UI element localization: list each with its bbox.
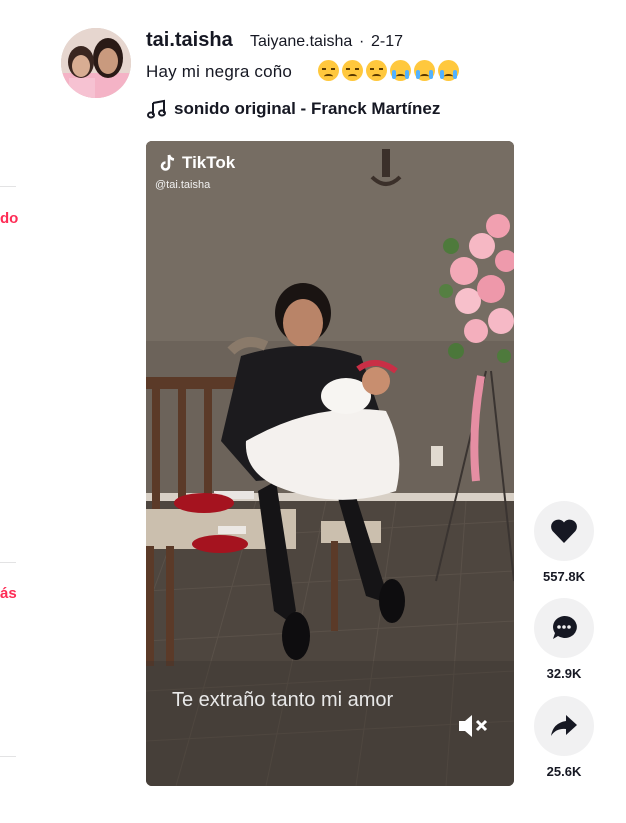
downcast-sweat-emoji <box>342 60 363 81</box>
loudly-crying-emoji <box>414 60 435 81</box>
comment-button[interactable] <box>534 598 594 658</box>
sidebar-link-top[interactable]: do <box>0 210 18 227</box>
comment-action: 32.9K <box>534 598 594 681</box>
sidebar-divider <box>0 756 16 757</box>
caption-emojis <box>318 60 459 81</box>
share-action: 25.6K <box>534 696 594 779</box>
like-action: 557.8K <box>534 501 594 584</box>
sidebar-link-bottom[interactable]: ás <box>0 585 17 602</box>
comment-icon <box>553 615 577 639</box>
sidebar-edge: do ás <box>0 0 18 823</box>
muted-volume-icon[interactable] <box>457 712 489 740</box>
username[interactable]: tai.taisha <box>146 29 233 52</box>
nickname[interactable]: Taiyane.taisha <box>250 33 352 51</box>
watermark-handle: @tai.taisha <box>155 179 211 191</box>
caption: Hay mi negra coño <box>146 62 293 81</box>
heart-icon <box>551 519 577 543</box>
avatar[interactable] <box>61 28 131 98</box>
sidebar-divider <box>0 186 16 187</box>
share-arrow-icon <box>551 715 577 736</box>
downcast-sweat-emoji <box>318 60 339 81</box>
music-note-icon <box>147 99 166 119</box>
like-count: 557.8K <box>543 569 585 584</box>
downcast-sweat-emoji <box>366 60 387 81</box>
avatar-image <box>61 28 131 98</box>
loudly-crying-emoji <box>438 60 459 81</box>
post-date: 2-17 <box>371 33 404 50</box>
tiktok-logo-icon <box>160 154 175 171</box>
video-player[interactable]: TikTok @tai.taisha Te extraño tanto mi a… <box>146 141 514 786</box>
watermark-text: TikTok <box>182 153 236 172</box>
comment-count: 32.9K <box>546 666 582 681</box>
share-button[interactable] <box>534 696 594 756</box>
video-subtitle: Te extraño tanto mi amor <box>172 689 394 711</box>
music-link[interactable]: sonido original - Franck Martínez <box>174 99 440 119</box>
separator-dot: · <box>359 33 365 50</box>
tiktok-watermark: TikTok <box>158 153 235 173</box>
sidebar-divider <box>0 562 16 563</box>
loudly-crying-emoji <box>390 60 411 81</box>
like-button[interactable] <box>534 501 594 561</box>
share-count: 25.6K <box>546 764 582 779</box>
